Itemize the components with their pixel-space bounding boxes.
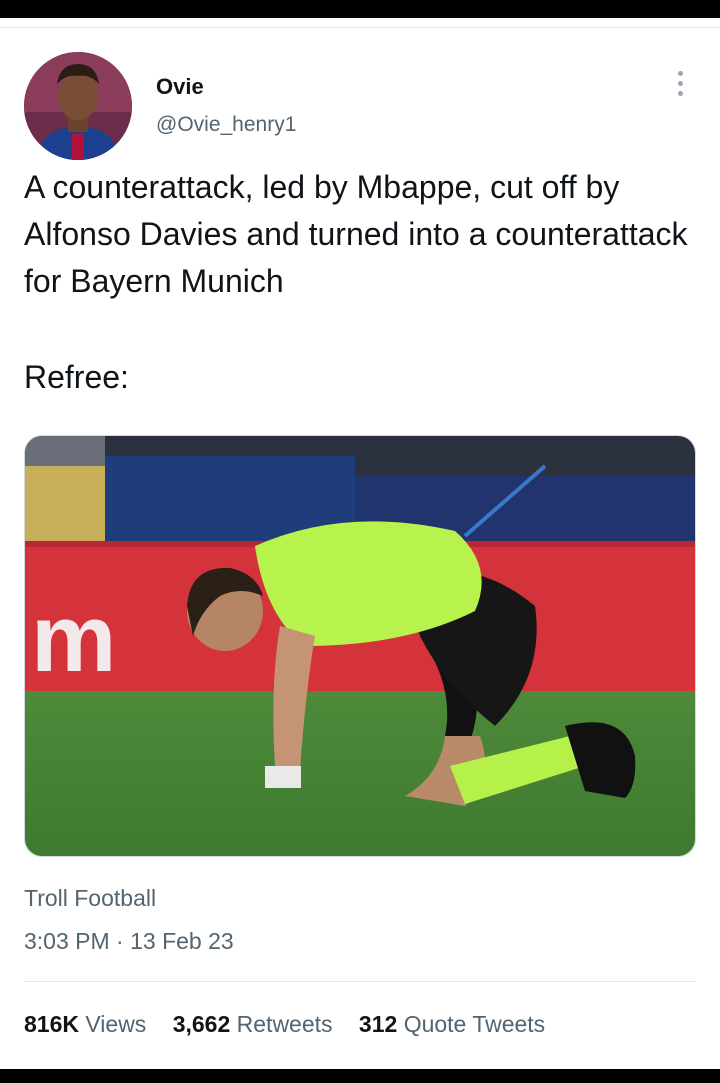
stats-divider xyxy=(24,981,696,982)
views-stat[interactable]: 816K Views xyxy=(24,1011,146,1038)
retweets-label: Retweets xyxy=(236,1011,333,1037)
avatar[interactable] xyxy=(24,52,132,160)
tweet-text: A counterattack, led by Mbappe, cut off … xyxy=(24,169,688,299)
header-divider xyxy=(0,27,720,28)
retweets-count: 3,662 xyxy=(172,1011,231,1037)
retweets-stat[interactable]: 3,662 Retweets xyxy=(173,1011,333,1038)
navigation-bar xyxy=(0,1069,720,1083)
tweet-media-photo[interactable]: m xyxy=(24,435,696,857)
user-handle[interactable]: @Ovie_henry1 xyxy=(156,113,296,137)
tweet-stats: 816K Views 3,662 Retweets 312 Quote Twee… xyxy=(24,1011,565,1038)
more-options-icon[interactable] xyxy=(672,68,688,102)
quote-tweets-stat[interactable]: 312 Quote Tweets xyxy=(359,1011,545,1038)
status-bar xyxy=(0,0,720,18)
views-count: 816K xyxy=(24,1011,79,1037)
quote-tweets-label: Quote Tweets xyxy=(403,1011,546,1037)
banner-text: m xyxy=(31,585,116,692)
views-label: Views xyxy=(85,1011,147,1037)
tweet-caption: Refree: xyxy=(24,359,129,395)
tweet-source[interactable]: Troll Football xyxy=(24,885,156,912)
display-name[interactable]: Ovie xyxy=(156,74,204,100)
tweet-timestamp[interactable]: 3:03 PM · 13 Feb 23 xyxy=(24,928,234,955)
quote-tweets-count: 312 xyxy=(358,1011,398,1037)
